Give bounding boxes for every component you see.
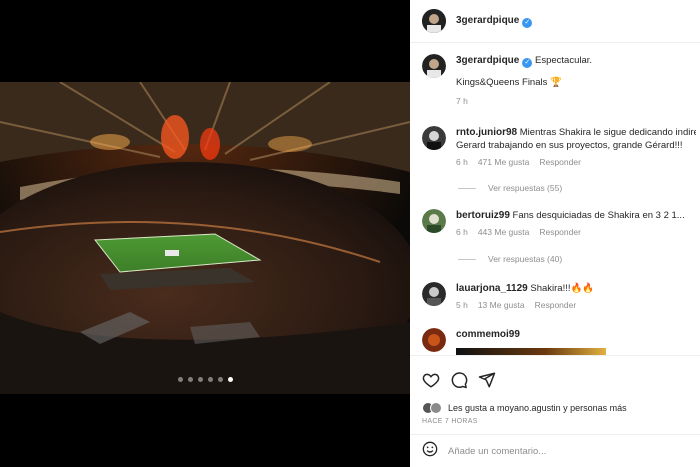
carousel-indicator <box>0 377 410 382</box>
author-username[interactable]: 3gerardpique <box>456 15 519 26</box>
comment-item: rnto.junior98 Mientras Shakira le sigue … <box>422 126 696 170</box>
carousel-dot[interactable] <box>187 377 193 382</box>
send-icon[interactable] <box>478 371 496 389</box>
comment-text: Fans desquiciadas de Shakira en 3 2 1... <box>512 210 685 221</box>
carousel-dot-active[interactable] <box>227 377 233 382</box>
trophy-icon: 🏆 <box>550 77 562 88</box>
caption-time: 7 h <box>456 96 468 106</box>
carousel-dot[interactable] <box>217 377 223 382</box>
reply-button[interactable]: Responder <box>535 299 577 312</box>
commenter-avatar[interactable] <box>422 282 446 306</box>
verified-icon: ✓ <box>522 17 533 28</box>
view-replies-button[interactable]: Ver respuestas (40) <box>458 254 562 264</box>
post-header: 3gerardpique ✓ <box>410 0 700 43</box>
comment-input[interactable] <box>448 446 668 457</box>
post-actions: Les gusta a moyano.agustin y personas má… <box>410 355 700 467</box>
comment-text: Shakira!!!🔥🔥 <box>530 283 595 294</box>
post-caption: 3gerardpique ✓ Espectacular. Kings&Queens… <box>422 54 694 114</box>
carousel-dot[interactable] <box>207 377 213 382</box>
carousel-dot[interactable] <box>197 377 203 382</box>
commenter-avatar[interactable] <box>422 209 446 233</box>
reply-button[interactable]: Responder <box>539 226 581 239</box>
comment-icon[interactable] <box>450 371 468 389</box>
comment-time: 6 h <box>456 227 468 237</box>
caption-text: Espectacular. <box>535 55 593 66</box>
likes-text: Les gusta a moyano.agustin y personas má… <box>448 403 627 413</box>
comment-likes[interactable]: 13 Me gusta <box>478 299 525 312</box>
reply-button[interactable]: Responder <box>539 156 581 169</box>
caption-username[interactable]: 3gerardpique <box>456 55 519 66</box>
likes-summary[interactable]: Les gusta a moyano.agustin y personas má… <box>422 402 627 414</box>
heart-icon[interactable] <box>422 371 440 389</box>
commenter-avatar[interactable] <box>422 126 446 150</box>
comment-time: 5 h <box>456 300 468 310</box>
view-replies-label[interactable]: Ver respuestas (55) <box>488 183 562 193</box>
verified-icon: ✓ <box>522 58 533 68</box>
comment-likes[interactable]: 471 Me gusta <box>478 156 530 169</box>
comment-username[interactable]: bertoruiz99 <box>456 210 510 221</box>
comment-item: bertoruiz99 Fans desquiciadas de Shakira… <box>422 209 694 245</box>
author-avatar[interactable] <box>422 9 446 33</box>
comment-likes[interactable]: 443 Me gusta <box>478 226 530 239</box>
carousel-dot[interactable] <box>177 377 183 382</box>
comment-item: lauarjona_1129 Shakira!!!🔥🔥 5 h 13 Me gus… <box>422 282 694 318</box>
author-avatar[interactable] <box>422 54 446 78</box>
comment-time: 6 h <box>456 157 468 167</box>
comment-username[interactable]: rnto.junior98 <box>456 127 517 138</box>
comment-username[interactable]: lauarjona_1129 <box>456 283 528 294</box>
emoji-icon[interactable] <box>422 441 438 462</box>
stadium-photo[interactable] <box>0 82 410 394</box>
comment-username[interactable]: commemoi99 <box>456 329 520 340</box>
comments-panel: 3gerardpique ✓ 3gerardpique ✓ Espectacular… <box>410 0 700 467</box>
post-timestamp: HACE 7 HORAS <box>422 418 478 425</box>
comment-item: commemoi99 <box>422 328 694 358</box>
view-replies-label[interactable]: Ver respuestas (40) <box>488 254 562 264</box>
liker-avatar <box>430 402 442 414</box>
comment-composer <box>410 434 700 467</box>
view-replies-button[interactable]: Ver respuestas (55) <box>458 183 562 193</box>
commenter-avatar[interactable] <box>422 328 446 352</box>
caption-line2: Kings&Queens Finals <box>456 77 548 88</box>
post-media-panel <box>0 0 410 467</box>
